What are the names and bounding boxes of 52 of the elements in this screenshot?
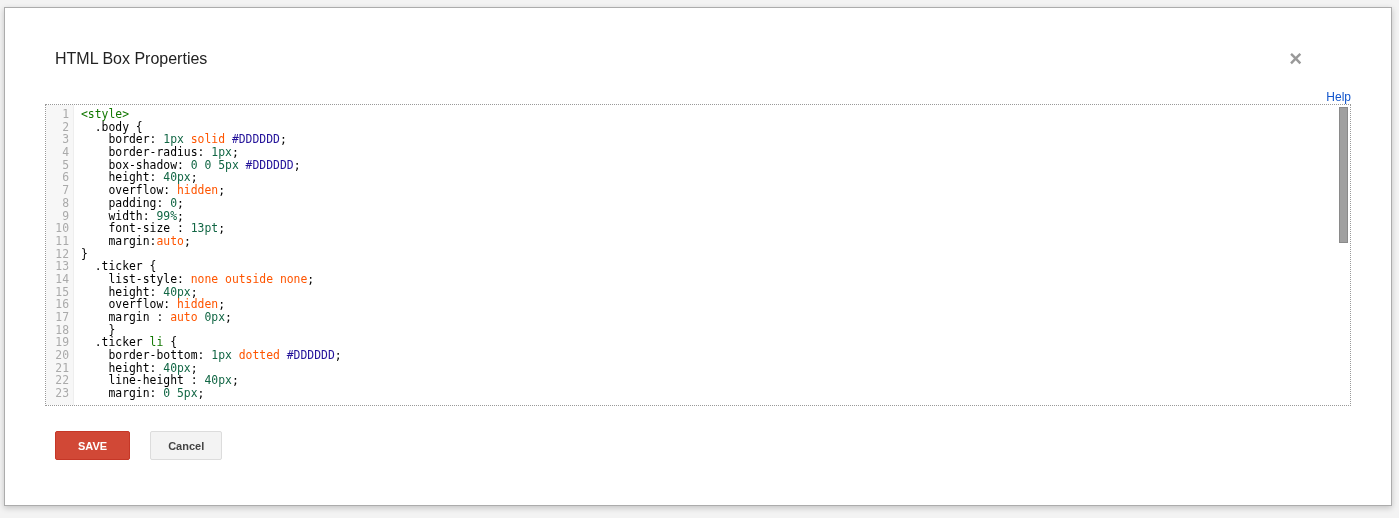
code-line: margin : auto 0px; bbox=[107, 311, 233, 324]
line-number: 9 bbox=[61, 209, 70, 223]
code-line: .ticker { bbox=[93, 260, 157, 273]
dialog-title: HTML Box Properties bbox=[55, 50, 208, 68]
code-line: overflow: hidden; bbox=[107, 298, 227, 311]
line-number: 20 bbox=[54, 349, 70, 362]
help-link[interactable]: Help bbox=[1326, 90, 1351, 104]
line-number: 22 bbox=[54, 374, 70, 388]
line-number: 12 bbox=[54, 247, 70, 261]
code-line: margin:auto; bbox=[107, 234, 192, 248]
code-line: height: 40px; bbox=[107, 361, 199, 375]
code-line: line-height : 40px; bbox=[107, 374, 240, 388]
code-line: height: 40px; bbox=[107, 285, 198, 299]
code-line: box-shadow: 0 0 5px #DDDDDD; bbox=[107, 158, 302, 172]
code-line: } bbox=[81, 247, 89, 261]
code-line: border: 1px solid #DDDDDD; bbox=[108, 133, 288, 147]
line-number: 23 bbox=[54, 387, 70, 400]
code-line: width: 99%; bbox=[107, 209, 185, 223]
line-number: 21 bbox=[54, 361, 70, 375]
code-line: margin: 0 5px; bbox=[107, 387, 205, 400]
save-button[interactable]: SAVE bbox=[55, 431, 131, 460]
line-number: 3 bbox=[61, 133, 70, 147]
line-number: 18 bbox=[54, 323, 70, 337]
line-number: 1 bbox=[61, 108, 70, 121]
line-number: 8 bbox=[61, 196, 70, 210]
scrollbar-thumb[interactable] bbox=[1339, 107, 1348, 243]
code-line: padding: 0; bbox=[107, 196, 185, 210]
line-number: 17 bbox=[54, 311, 70, 324]
code-line: border-radius: 1px; bbox=[107, 146, 240, 159]
code-line: font-size : 13pt; bbox=[107, 222, 227, 235]
code-editor[interactable] bbox=[45, 104, 1351, 406]
line-number: 15 bbox=[54, 285, 70, 299]
line-number: 16 bbox=[54, 298, 70, 311]
line-number: 5 bbox=[61, 158, 70, 172]
code-line: .body { bbox=[94, 120, 143, 134]
line-number: 11 bbox=[54, 234, 70, 248]
code-line: } bbox=[108, 323, 116, 337]
code-line: <style> bbox=[81, 108, 130, 121]
code-line: height: 40px; bbox=[107, 171, 198, 185]
line-number: 7 bbox=[61, 184, 70, 197]
cancel-button[interactable]: Cancel bbox=[150, 431, 223, 460]
line-number: 19 bbox=[54, 336, 70, 350]
code-line: overflow: hidden; bbox=[107, 184, 227, 197]
line-number: 6 bbox=[61, 171, 70, 185]
code-line: .ticker li { bbox=[93, 336, 177, 350]
line-number: 4 bbox=[61, 146, 70, 159]
line-number: 13 bbox=[54, 260, 70, 273]
line-number: 10 bbox=[54, 222, 70, 235]
code-line: border-bottom: 1px dotted #DDDDDD; bbox=[107, 349, 343, 362]
line-number: 14 bbox=[54, 272, 70, 286]
code-line: list-style: none outside none; bbox=[107, 272, 316, 286]
line-number: 2 bbox=[61, 120, 70, 134]
